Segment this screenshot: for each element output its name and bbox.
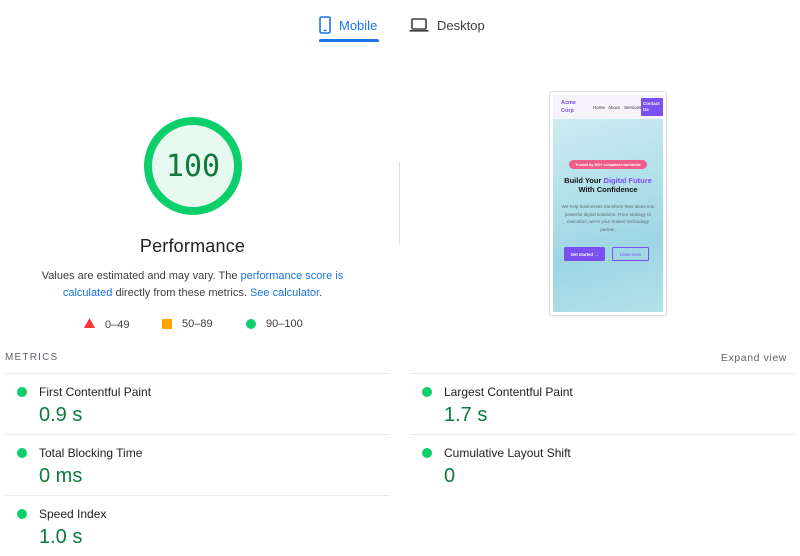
expand-view-toggle[interactable]: Expand view — [721, 352, 787, 364]
legend-pass-range: 90–100 — [266, 318, 303, 330]
screenshot-page: Acme Corp Home About Services Contact Us… — [553, 95, 663, 312]
screenshot-nav-about: About — [608, 105, 620, 110]
legend-average: 50–89 — [162, 318, 213, 330]
pass-circle-icon — [422, 448, 432, 458]
metric-total-blocking-time: Total Blocking Time 0 ms — [5, 435, 385, 495]
description-text: Values are estimated and may vary. The — [41, 270, 241, 282]
score-legend: 0–49 50–89 90–100 — [0, 318, 385, 334]
pass-circle-icon — [17, 448, 27, 458]
description-text: directly from these metrics. — [112, 287, 250, 299]
see-calculator-link[interactable]: See calculator — [250, 287, 319, 299]
metric-largest-contentful-paint: Largest Contentful Paint 1.7 s — [410, 374, 790, 434]
screenshot-badge: Trusted by 500+ companies worldwide — [569, 160, 647, 169]
screenshot-navbar: Acme Corp Home About Services Contact Us — [553, 95, 663, 119]
performance-score-value: 100 — [165, 148, 221, 184]
screenshot-nav-services: Services — [624, 105, 642, 110]
screenshot-secondary-cta: Learn more — [612, 247, 649, 261]
screenshot-heading-accent: Digital Future — [603, 176, 652, 185]
screenshot-heading-text: Build Your — [564, 176, 604, 185]
smartphone-icon — [319, 16, 331, 34]
tab-desktop[interactable]: Desktop — [409, 8, 485, 42]
metric-name: Speed Index — [39, 507, 107, 521]
metric-value: 0.9 s — [39, 404, 83, 426]
final-screenshot[interactable]: Acme Corp Home About Services Contact Us… — [549, 91, 667, 316]
screenshot-brand: Acme Corp — [561, 100, 576, 114]
laptop-icon — [409, 18, 429, 32]
performance-score-gauge: 100 — [142, 115, 244, 217]
metric-name: Cumulative Layout Shift — [444, 446, 571, 460]
description-text: . — [319, 287, 323, 299]
metric-name: First Contentful Paint — [39, 385, 152, 399]
performance-description: Values are estimated and may vary. The p… — [30, 268, 355, 302]
metric-cumulative-layout-shift: Cumulative Layout Shift 0 — [410, 435, 790, 495]
performance-title: Performance — [139, 236, 246, 256]
metric-speed-index: Speed Index 1.0 s — [5, 496, 385, 556]
metrics-heading: METRICS — [5, 352, 59, 363]
screenshot-primary-cta: Get started → — [564, 247, 605, 261]
screenshot-heading: Build Your Digital Future With Confidence — [553, 176, 663, 194]
legend-fail-range: 0–49 — [105, 318, 130, 331]
legend-fail: 0–49 — [84, 318, 129, 331]
tab-mobile-label: Mobile — [339, 17, 378, 33]
legend-average-range: 50–89 — [182, 318, 213, 330]
metric-value: 1.0 s — [39, 526, 83, 548]
screenshot-heading-text: With Confidence — [578, 185, 638, 194]
metric-value: 0 — [444, 465, 456, 487]
vertical-divider — [399, 162, 400, 244]
metric-name: Total Blocking Time — [39, 446, 143, 460]
legend-pass: 90–100 — [246, 318, 303, 330]
screenshot-paragraph: We help businesses transform their ideas… — [561, 204, 655, 232]
metric-value: 0 ms — [39, 465, 83, 487]
active-tab-indicator — [319, 39, 380, 42]
triangle-icon — [84, 318, 95, 331]
metric-value: 1.7 s — [444, 404, 488, 426]
screenshot-contact-button: Contact Us — [641, 98, 663, 116]
pass-circle-icon — [422, 387, 432, 397]
square-icon — [162, 319, 172, 329]
pass-circle-icon — [17, 387, 27, 397]
circle-icon — [246, 319, 256, 329]
metric-first-contentful-paint: First Contentful Paint 0.9 s — [5, 374, 385, 434]
tab-desktop-label: Desktop — [437, 17, 485, 33]
pass-circle-icon — [17, 509, 27, 519]
screenshot-nav-home: Home — [593, 105, 606, 110]
metric-name: Largest Contentful Paint — [444, 385, 573, 399]
tab-mobile[interactable]: Mobile — [319, 8, 380, 42]
device-tabs: Mobile Desktop — [0, 0, 800, 44]
